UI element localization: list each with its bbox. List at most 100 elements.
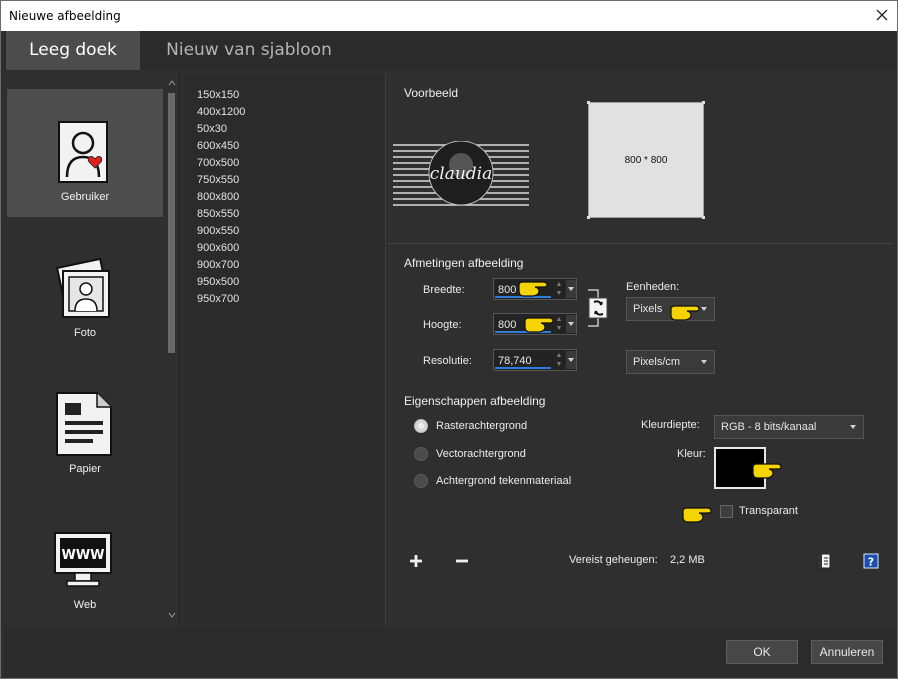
preview-corner-handle [587, 101, 590, 104]
art-media-background-radio[interactable] [414, 474, 428, 488]
width-stepper[interactable]: ▲ ▼ [554, 280, 564, 298]
tab-bar: Leeg doek Nieuw van sjabloon [4, 31, 896, 71]
plus-icon[interactable] [408, 553, 424, 569]
pointing-hand-icon [670, 305, 700, 321]
settings-pane: Voorbeeld claudia 800 * 800 Afmetingen a… [387, 73, 893, 625]
svg-text:?: ? [868, 556, 874, 569]
properties-title: Eigenschappen afbeelding [404, 394, 546, 408]
color-label: Kleur: [677, 448, 706, 460]
preset-size-item[interactable]: 900x550 [197, 223, 245, 240]
preview-corner-handle [702, 216, 705, 219]
vector-background-label[interactable]: Vectorachtergrond [436, 448, 526, 460]
tab-blank-canvas[interactable]: Leeg doek [6, 31, 140, 70]
preset-size-list: 150x150 400x1200 50x30 600x450 700x500 750x55… [184, 73, 386, 625]
preset-size-item[interactable]: 400x1200 [197, 104, 245, 121]
scroll-down-icon[interactable] [168, 611, 176, 619]
category-label: Foto [73, 327, 96, 339]
transparent-label[interactable]: Transparant [739, 505, 798, 517]
raster-background-radio[interactable] [414, 419, 428, 433]
logo-text: claudia [430, 164, 493, 184]
scroll-up-icon[interactable] [168, 79, 176, 87]
resolution-unit-select[interactable]: Pixels/cm [626, 350, 715, 374]
preview-corner-handle [702, 101, 705, 104]
pointing-hand-icon [518, 281, 548, 297]
resolution-input[interactable] [498, 354, 552, 367]
save-preset-icon[interactable] [816, 553, 832, 569]
preset-size-item[interactable]: 850x550 [197, 206, 245, 223]
preset-size-item[interactable]: 700x500 [197, 155, 245, 172]
category-label: Gebruiker [60, 191, 110, 203]
chevron-down-icon [701, 360, 707, 364]
preset-size-item[interactable]: 50x30 [197, 121, 245, 138]
preview-logo-image: claudia [393, 141, 529, 206]
width-dropdown-button[interactable] [566, 280, 576, 298]
units-value: Pixels [633, 303, 663, 315]
height-dropdown-button[interactable] [566, 315, 576, 333]
scrollbar-thumb[interactable] [168, 93, 175, 353]
memory-label: Vereist geheugen: [569, 554, 658, 566]
color-depth-label: Kleurdiepte: [641, 419, 700, 431]
chevron-down-icon [568, 322, 574, 326]
category-paper[interactable]: Papier [7, 361, 163, 489]
photo-icon [55, 257, 111, 318]
preset-size-item[interactable]: 750x550 [197, 172, 245, 189]
ok-button[interactable]: OK [726, 640, 798, 664]
vector-background-radio[interactable] [414, 447, 428, 461]
section-divider [387, 243, 893, 244]
transparent-checkbox[interactable] [720, 505, 733, 518]
preset-size-item[interactable]: 950x500 [197, 274, 245, 291]
resolution-dropdown-button[interactable] [566, 351, 576, 369]
category-label: Papier [69, 463, 101, 475]
monitor-icon: WWW [54, 532, 112, 587]
pointing-hand-icon [524, 317, 554, 333]
tab-from-template[interactable]: Nieuw van sjabloon [154, 31, 344, 70]
focus-underline [495, 367, 551, 369]
canvas-preview: 800 * 800 [587, 101, 705, 219]
preview-dimensions: 800 * 800 [624, 155, 668, 166]
help-icon[interactable]: ? [863, 553, 879, 569]
art-media-background-label[interactable]: Achtergrond tekenmateriaal [436, 475, 571, 487]
dialog-button-bar: OK Annuleren [4, 627, 896, 677]
preset-size-item[interactable]: 950x700 [197, 291, 245, 308]
resolution-label: Resolutie: [423, 355, 472, 367]
preset-size-item[interactable]: 800x800 [197, 189, 245, 206]
category-label: Web [73, 599, 97, 611]
memory-value: 2,2 MB [670, 554, 705, 566]
window-title: Nieuwe afbeelding [9, 9, 121, 23]
chevron-down-icon [568, 358, 574, 362]
chevron-down-icon [568, 287, 574, 291]
category-web[interactable]: WWW Web [7, 497, 163, 625]
resolution-stepper[interactable]: ▲ ▼ [554, 351, 564, 369]
close-icon[interactable] [873, 6, 891, 24]
resolution-unit-value: Pixels/cm [633, 356, 681, 368]
height-label: Hoogte: [423, 319, 462, 331]
lock-aspect-ratio-icon[interactable] [586, 288, 612, 328]
preset-size-item[interactable]: 600x450 [197, 138, 245, 155]
preview-title: Voorbeeld [404, 86, 459, 100]
color-depth-select[interactable]: RGB - 8 bits/kanaal [714, 415, 864, 439]
preset-size-item[interactable]: 900x700 [197, 257, 245, 274]
preview-corner-handle [587, 216, 590, 219]
width-label: Breedte: [423, 284, 465, 296]
www-text: WWW [61, 548, 104, 563]
chevron-down-icon [850, 425, 856, 429]
raster-background-label[interactable]: Rasterachtergrond [436, 420, 527, 432]
user-icon [58, 121, 108, 183]
cancel-button[interactable]: Annuleren [811, 640, 883, 664]
pointing-hand-icon [752, 463, 782, 479]
dimensions-title: Afmetingen afbeelding [404, 256, 524, 270]
units-label: Eenheden: [626, 281, 680, 293]
category-user[interactable]: Gebruiker [7, 89, 163, 217]
category-photo[interactable]: Foto [7, 225, 163, 353]
title-bar: Nieuwe afbeelding [1, 1, 897, 31]
category-pane: Gebruiker Foto Papier WWW Web [6, 73, 180, 625]
pointing-hand-icon [682, 507, 712, 523]
resolution-field[interactable]: ▲▼ [493, 349, 577, 371]
category-scrollbar[interactable] [168, 79, 176, 619]
document-icon [56, 392, 112, 456]
new-image-dialog: Nieuwe afbeelding Leeg doek Nieuw van sj… [0, 0, 898, 679]
color-depth-value: RGB - 8 bits/kanaal [721, 421, 817, 433]
preset-size-item[interactable]: 150x150 [197, 87, 245, 104]
preset-size-item[interactable]: 900x600 [197, 240, 245, 257]
minus-icon[interactable] [454, 553, 470, 569]
